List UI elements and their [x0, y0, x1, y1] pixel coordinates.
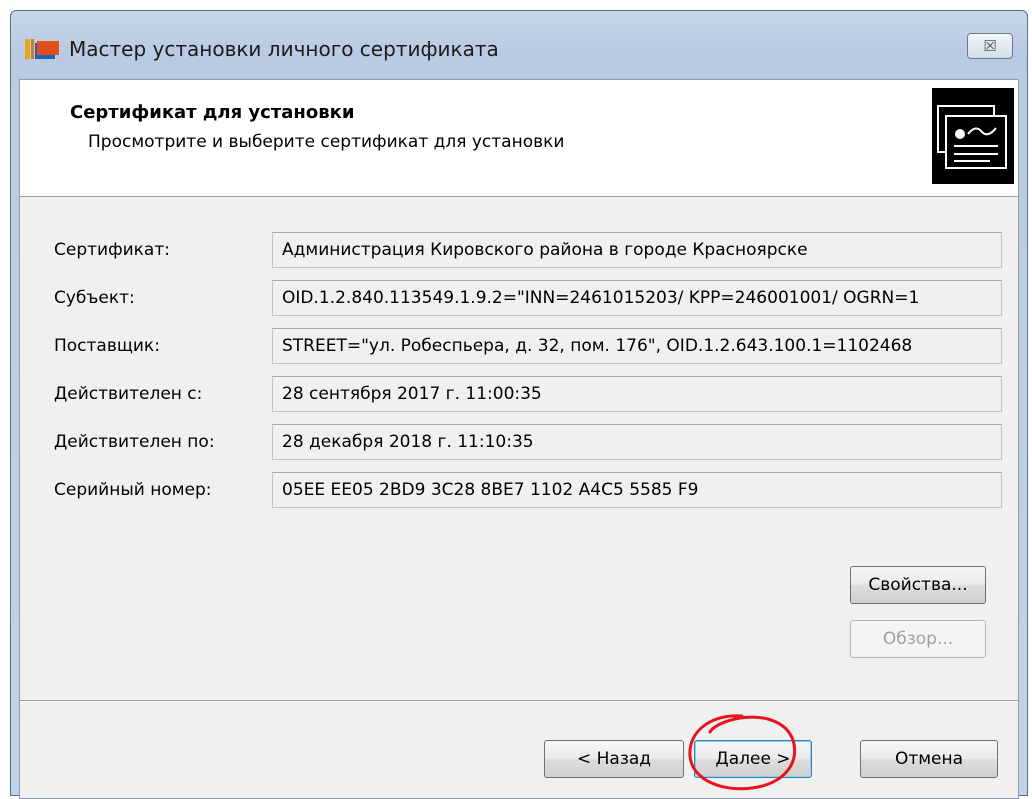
valid-to-value[interactable]: 28 декабря 2018 г. 11:10:35	[272, 424, 1002, 460]
cancel-button[interactable]: Отмена	[860, 740, 998, 778]
valid-from-value[interactable]: 28 сентября 2017 г. 11:00:35	[272, 376, 1002, 412]
serial-number-label: Серийный номер:	[54, 480, 212, 500]
window-title: Мастер установки личного сертификата	[69, 37, 499, 61]
back-button[interactable]: < Назад	[544, 740, 684, 778]
valid-from-label: Действителен с:	[54, 384, 203, 404]
certificate-value[interactable]: Администрация Кировского района в городе…	[272, 232, 1002, 268]
subject-label: Субъект:	[54, 288, 135, 308]
page-title: Сертификат для установки	[70, 102, 355, 123]
title-bar[interactable]: Мастер установки личного сертификата ☒	[11, 11, 1027, 79]
browse-button[interactable]: Обзор...	[850, 620, 986, 658]
certificate-label: Сертификат:	[54, 240, 170, 260]
footer-separator	[20, 700, 1018, 702]
close-icon: ☒	[983, 37, 997, 55]
page-subtitle: Просмотрите и выберите сертификат для ус…	[88, 132, 565, 152]
subject-value[interactable]: OID.1.2.840.113549.1.9.2="INN=2461015203…	[272, 280, 1002, 316]
next-button[interactable]: Далее >	[694, 740, 812, 778]
issuer-value[interactable]: STREET="ул. Робеспьера, д. 32, пом. 176"…	[272, 328, 1002, 364]
close-button[interactable]: ☒	[967, 33, 1013, 59]
wizard-window: Мастер установки личного сертификата ☒ С…	[10, 10, 1028, 799]
serial-number-value[interactable]: 05EE EE05 2BD9 3C28 8BE7 1102 A4C5 5585 …	[272, 472, 1002, 508]
wizard-client-area: Сертификат для установки Просмотрите и в…	[19, 79, 1019, 799]
issuer-label: Поставщик:	[54, 336, 160, 356]
certificate-icon	[932, 88, 1014, 184]
valid-to-label: Действителен по:	[54, 432, 215, 452]
wizard-header: Сертификат для установки Просмотрите и в…	[20, 80, 1018, 197]
properties-button[interactable]: Свойства...	[850, 566, 986, 604]
app-icon	[25, 39, 59, 59]
